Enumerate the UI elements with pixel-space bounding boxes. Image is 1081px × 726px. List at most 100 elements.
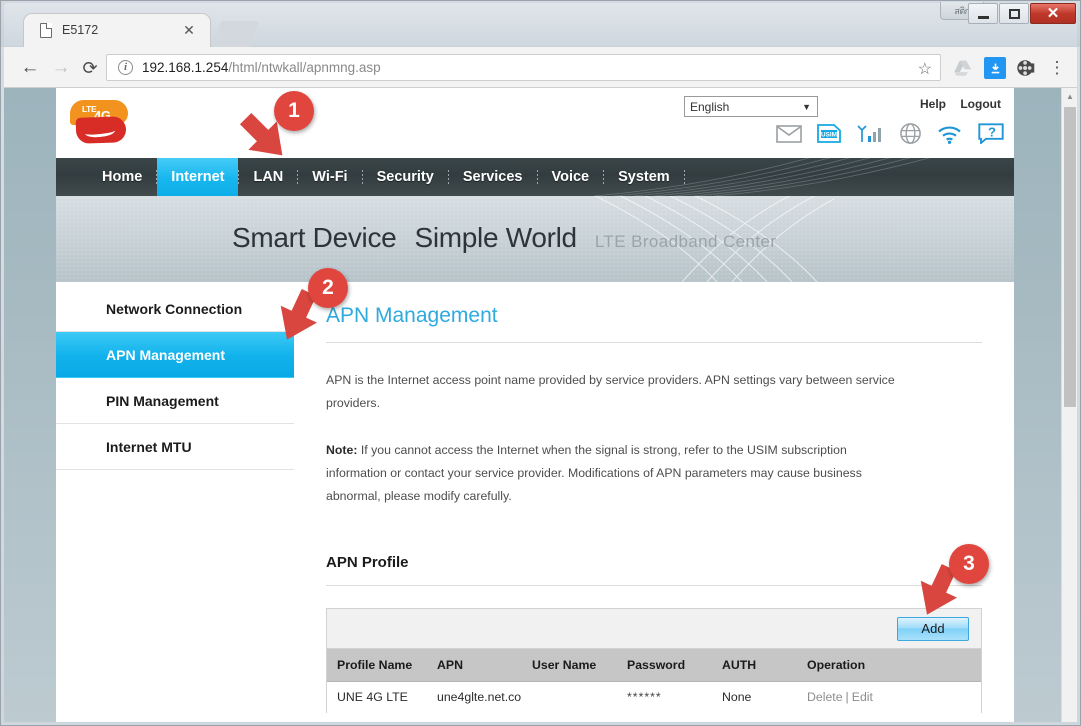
- maximize-button[interactable]: [999, 3, 1029, 24]
- annotation-marker-2: 2: [308, 268, 348, 308]
- column-header-password: Password: [617, 649, 712, 682]
- note-paragraph: Note: If you cannot access the Internet …: [326, 439, 906, 508]
- header-status-icons: USIM ?: [776, 122, 1004, 150]
- content-area: APN Management APN is the Internet acces…: [294, 282, 1014, 722]
- close-icon[interactable]: ✕: [181, 22, 197, 38]
- info-icon[interactable]: i: [118, 60, 133, 75]
- page-title: APN Management: [326, 304, 498, 327]
- download-icon[interactable]: [984, 57, 1006, 79]
- tab-title: E5172: [62, 23, 99, 37]
- nav-label: Services: [462, 169, 523, 185]
- title-divider: [326, 342, 982, 343]
- page-viewport: 4G LTE English ▼ Help Logout USIM ? Home…: [4, 88, 1077, 722]
- nav-item-voice[interactable]: Voice: [538, 158, 604, 196]
- nav-item-internet[interactable]: Internet: [157, 158, 239, 196]
- nav-label: Home: [102, 169, 143, 185]
- usim-icon[interactable]: USIM: [817, 124, 841, 148]
- address-bar[interactable]: i 192.168.1.254/html/ntwkall/apnmng.asp …: [106, 54, 941, 81]
- banner-line1: Smart Device: [232, 222, 397, 253]
- browser-toolbar: ← → ⟳ i 192.168.1.254/html/ntwkall/apnmn…: [4, 47, 1077, 88]
- nav-label: LAN: [253, 169, 284, 185]
- column-header-profile-name: Profile Name: [327, 649, 427, 682]
- nav-label: System: [618, 169, 670, 185]
- nav-label: Security: [376, 169, 434, 185]
- logout-link[interactable]: Logout: [960, 97, 1001, 111]
- browser-menu-icon[interactable]: ⋮: [1049, 57, 1066, 79]
- svg-text:USIM: USIM: [821, 132, 837, 139]
- globe-icon[interactable]: [899, 122, 922, 150]
- wifi-icon[interactable]: [937, 124, 963, 149]
- language-select[interactable]: English ▼: [684, 96, 818, 117]
- edit-link[interactable]: Edit: [852, 690, 873, 704]
- url-host: 192.168.1.254: [142, 60, 229, 75]
- intro-paragraph: APN is the Internet access point name pr…: [326, 373, 895, 410]
- nav-item-home[interactable]: Home: [88, 158, 156, 196]
- scrollbar-thumb[interactable]: [1064, 107, 1076, 407]
- page-icon: [40, 23, 52, 38]
- help-link[interactable]: Help: [920, 97, 946, 111]
- header-links: Help Logout: [909, 97, 1001, 111]
- browser-tab[interactable]: E5172 ✕: [23, 13, 211, 47]
- cell-password: ******: [617, 681, 712, 713]
- router-header: 4G LTE English ▼ Help Logout USIM ?: [56, 88, 1014, 158]
- browser-window: E5172 ✕ สติก ✕ ← → ⟳ i 192.168.1.254/htm…: [0, 0, 1081, 726]
- column-header-user-name: User Name: [522, 649, 617, 682]
- mail-icon[interactable]: [776, 124, 802, 148]
- sidebar-item-apn-management[interactable]: APN Management: [56, 332, 294, 378]
- note-label: Note:: [326, 443, 358, 457]
- reload-icon[interactable]: ⟳: [76, 54, 104, 82]
- help-icon[interactable]: ?: [978, 123, 1004, 149]
- cell-profile-name: UNE 4G LTE: [327, 681, 427, 713]
- sidebar-item-label: APN Management: [106, 346, 226, 363]
- browser-tab-strip: E5172 ✕ สติก ✕: [1, 1, 1080, 47]
- nav-item-system[interactable]: System: [604, 158, 684, 196]
- close-window-button[interactable]: ✕: [1030, 3, 1076, 24]
- nav-separator: [683, 170, 685, 184]
- signal-icon[interactable]: [856, 124, 884, 149]
- profile-divider: [326, 585, 982, 586]
- cell-auth: None: [712, 681, 797, 713]
- web-page: 4G LTE English ▼ Help Logout USIM ? Home…: [4, 88, 1061, 722]
- close-icon: ✕: [1046, 5, 1060, 22]
- router-body: Network Connection APN Management PIN Ma…: [56, 282, 1014, 722]
- scroll-up-icon[interactable]: ▲: [1062, 88, 1077, 105]
- drive-icon[interactable]: [952, 57, 974, 79]
- brand-banner: Smart Device Simple World LTE Broadband Ce…: [56, 196, 1014, 282]
- url-path: /html/ntwkall/apnmng.asp: [228, 60, 381, 75]
- sidebar-item-network-connection[interactable]: Network Connection: [56, 286, 294, 332]
- main-navigation: Home Internet LAN Wi-Fi Security Service…: [56, 158, 1014, 196]
- forward-icon[interactable]: →: [47, 54, 75, 82]
- sidebar-item-label: PIN Management: [106, 392, 219, 409]
- minimize-button[interactable]: [968, 3, 998, 24]
- sidebar-item-label: Network Connection: [106, 300, 243, 317]
- cell-apn: une4glte.net.co: [427, 681, 522, 713]
- bookmark-star-icon[interactable]: ☆: [918, 59, 932, 79]
- address-bar-text: 192.168.1.254/html/ntwkall/apnmng.asp: [142, 60, 381, 75]
- brand-logo: 4G LTE: [68, 98, 134, 144]
- vertical-scrollbar[interactable]: ▲: [1061, 88, 1077, 722]
- sidebar-item-pin-management[interactable]: PIN Management: [56, 378, 294, 424]
- language-value: English: [690, 99, 730, 114]
- cell-operation: Delete | Edit: [797, 681, 981, 713]
- back-icon[interactable]: ←: [16, 54, 44, 82]
- column-header-operation: Operation: [797, 649, 981, 682]
- column-header-auth: AUTH: [712, 649, 797, 682]
- nav-item-wifi[interactable]: Wi-Fi: [298, 158, 361, 196]
- svg-text:?: ?: [988, 124, 996, 139]
- table-row: UNE 4G LTE une4glte.net.co ****** None D…: [327, 681, 981, 713]
- router-admin-ui: 4G LTE English ▼ Help Logout USIM ? Home…: [56, 88, 1014, 722]
- note-text: If you cannot access the Internet when t…: [326, 443, 862, 503]
- logo-swoosh: [75, 116, 127, 144]
- nav-label: Internet: [171, 169, 225, 185]
- nav-item-security[interactable]: Security: [363, 158, 448, 196]
- window-controls: ✕: [967, 3, 1076, 25]
- delete-link[interactable]: Delete: [807, 690, 843, 704]
- apn-table: Profile Name APN User Name Password AUTH…: [327, 649, 981, 713]
- nav-item-services[interactable]: Services: [449, 158, 537, 196]
- sidebar-item-internet-mtu[interactable]: Internet MTU: [56, 424, 294, 470]
- annotation-marker-1: 1: [274, 91, 314, 131]
- chevron-down-icon: ▼: [802, 101, 811, 112]
- sidebar-item-label: Internet MTU: [106, 438, 192, 455]
- banner-tagline: LTE Broadband Center: [594, 232, 777, 251]
- film-reel-icon[interactable]: [1015, 57, 1037, 79]
